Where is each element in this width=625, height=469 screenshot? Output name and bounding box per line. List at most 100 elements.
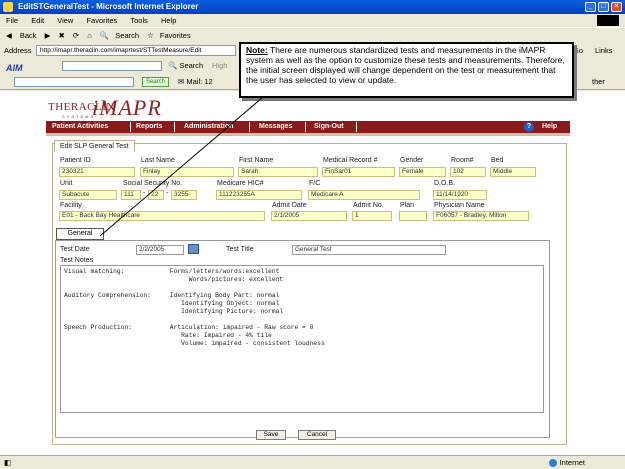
medical-record-label: Medical Record #	[323, 157, 378, 164]
links-button[interactable]: Links	[595, 43, 613, 58]
browser-toolbar: ◀ Back ▶ ✖ ⟳ ⌂ 🔍 Search ☆ Favorites	[0, 27, 625, 43]
facility-field[interactable]: E01 - Back Bay Healthcare	[59, 211, 265, 221]
aim-search-label: Search	[179, 61, 204, 70]
ssn-part2-field[interactable]: 22	[148, 190, 164, 200]
nav-separator	[249, 122, 250, 132]
search-button[interactable]: 🔍 Search	[100, 31, 139, 40]
test-notes-label: Test Notes	[60, 257, 94, 264]
tab-general[interactable]: General	[56, 228, 104, 240]
security-zone: Internet	[548, 456, 585, 469]
window-titlebar: EditSTGeneralTest - Microsoft Internet E…	[0, 0, 625, 14]
admit-no-field[interactable]: 1	[352, 211, 392, 221]
nav-reports[interactable]: Reports	[136, 121, 162, 133]
note-line: Visual matching: Forms/letters/words:exc…	[64, 268, 280, 275]
home-icon[interactable]: ⌂	[87, 31, 92, 40]
nav-help[interactable]: Help	[542, 121, 557, 133]
menu-file[interactable]: File	[6, 16, 18, 25]
window-title: EditSTGeneralTest - Microsoft Internet E…	[18, 2, 199, 11]
first-name-field[interactable]: Sarah	[238, 167, 318, 177]
menu-view[interactable]: View	[57, 16, 73, 25]
go-button[interactable]: Go	[573, 43, 583, 58]
patient-id-field[interactable]: 230321	[59, 167, 135, 177]
note-line: Words/pictures: excellent	[64, 276, 284, 283]
medicare-hic-field[interactable]: 111223255A	[216, 190, 302, 200]
systems-label: SYSTEMS	[62, 114, 96, 119]
dob-field[interactable]: 11/14/1920	[433, 190, 487, 200]
menu-help[interactable]: Help	[161, 16, 176, 25]
admit-no-label: Admit No.	[353, 202, 384, 209]
mail-label: Mail: 12	[186, 77, 213, 86]
address-label: Address	[4, 46, 32, 55]
toolbar-search-button[interactable]: Search	[142, 77, 170, 87]
address-input[interactable]: http://imapr.theraclin.com/imaprtest/STT…	[36, 45, 236, 56]
physician-name-field[interactable]: F06057 - Bradley, Milton	[433, 211, 529, 221]
plan-label: Plan	[400, 202, 415, 209]
favorites-button[interactable]: ☆ Favorites	[147, 31, 191, 40]
ssn-dash: -	[166, 190, 169, 197]
room-field[interactable]: 102	[450, 167, 486, 177]
menu-favorites[interactable]: Favorites	[86, 16, 117, 25]
room-label: Room#	[451, 157, 474, 164]
aim-search-input[interactable]	[62, 61, 162, 71]
note-line: Auditory Comprehension: Identifying Body…	[64, 292, 280, 299]
highlight-button[interactable]: High	[212, 58, 227, 74]
nav-patient-activities[interactable]: Patient Activities	[52, 121, 108, 133]
ssn-part1-field[interactable]: 111	[121, 190, 141, 200]
unit-field[interactable]: Subacute	[59, 190, 117, 200]
medicare-hic-label: Medicare HIC#	[217, 180, 264, 187]
gender-label: Gender	[400, 157, 424, 164]
note-callout: Note: There are numerous standardized te…	[239, 42, 574, 98]
nav-sign-out[interactable]: Sign-Out	[314, 121, 344, 133]
other-button[interactable]: ther	[592, 74, 605, 90]
aim-search-button[interactable]: 🔍 Search	[168, 58, 203, 74]
stop-icon[interactable]: ✖	[59, 31, 65, 40]
cancel-button[interactable]: Cancel	[298, 430, 336, 440]
maximize-button[interactable]: □	[598, 2, 609, 12]
toolbar-search-input[interactable]	[14, 77, 134, 87]
mail-button[interactable]: ✉ Mail: 12	[178, 74, 213, 90]
ssn-label: Social Security No.	[123, 180, 183, 187]
test-date-field[interactable]: 2/2/2005	[136, 245, 184, 255]
tab-edit-slp-general-test[interactable]: Edit SLP General Test	[54, 140, 135, 152]
search-label: Search	[115, 31, 140, 40]
back-label: Back	[19, 31, 37, 40]
help-icon[interactable]: ?	[524, 122, 534, 132]
test-title-label: Test Title	[226, 246, 254, 253]
admit-date-field[interactable]: 2/1/2005	[271, 211, 347, 221]
medical-record-field[interactable]: FinSar01	[322, 167, 395, 177]
calendar-icon[interactable]	[188, 244, 199, 254]
plan-field[interactable]	[399, 211, 427, 221]
menu-edit[interactable]: Edit	[31, 16, 44, 25]
page-icon: ◧	[4, 458, 12, 467]
nav-messages[interactable]: Messages	[259, 121, 292, 133]
test-notes-textarea[interactable]: Visual matching: Forms/letters/words:exc…	[60, 265, 544, 413]
refresh-icon[interactable]: ⟳	[73, 31, 79, 40]
fc-field[interactable]: Medicare A	[308, 190, 420, 200]
main-nav: Patient Activities Reports Administratio…	[46, 121, 570, 133]
note-line: Speech Production: Articulation: impaire…	[64, 324, 314, 331]
gender-field[interactable]: Female	[399, 167, 446, 177]
nav-separator	[130, 122, 131, 132]
close-button[interactable]: ×	[611, 2, 622, 12]
last-name-field[interactable]: Finlay	[140, 167, 234, 177]
imapr-logo: iMAPR	[92, 95, 162, 120]
first-name-label: First Name	[239, 157, 274, 164]
note-line: Identifying Object: normal	[64, 300, 280, 307]
minimize-button[interactable]: _	[585, 2, 596, 12]
ssn-part3-field[interactable]: 3255	[171, 190, 197, 200]
forward-button[interactable]: ▶	[45, 31, 51, 40]
unit-label: Unit	[60, 180, 73, 187]
save-button[interactable]: Save	[256, 430, 286, 440]
back-button[interactable]: ◀ Back	[6, 31, 37, 40]
test-title-field[interactable]: General Test	[292, 245, 446, 255]
note-text: There are numerous standardized tests an…	[246, 45, 565, 85]
menu-tools[interactable]: Tools	[130, 16, 148, 25]
nav-underline	[46, 133, 570, 136]
note-label: Note:	[246, 45, 268, 55]
nav-administration[interactable]: Administration	[184, 121, 233, 133]
nav-separator	[356, 122, 357, 132]
windows-logo-icon	[597, 15, 619, 26]
admit-date-label: Admit Date	[272, 202, 307, 209]
facility-label: Facility	[60, 202, 82, 209]
bed-field[interactable]: Middle	[490, 167, 536, 177]
